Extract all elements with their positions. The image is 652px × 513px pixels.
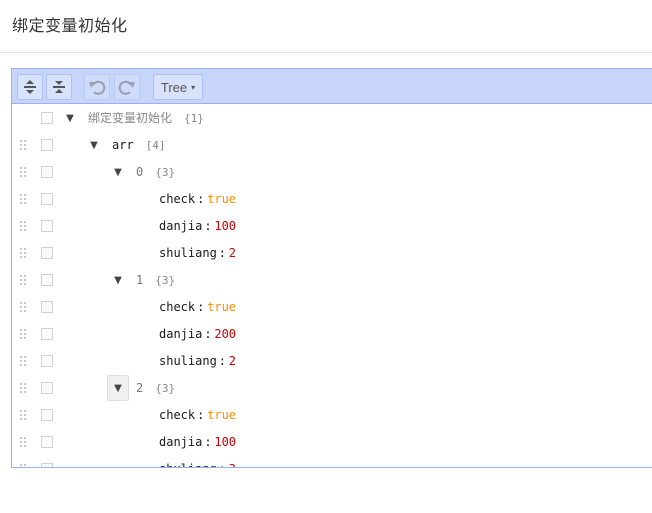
tree-row[interactable]: ▼ arr [4] [12,132,652,159]
field-name[interactable]: shuliang [159,456,217,467]
field-value[interactable]: true [207,402,236,429]
expand-all-button[interactable] [17,74,43,100]
node-name: 2 [136,381,144,395]
field-name[interactable]: danjia [159,213,202,240]
undo-button[interactable] [84,74,110,100]
context-menu-button[interactable] [41,436,53,448]
node-name: 0 [136,165,144,179]
context-menu-button[interactable] [41,355,53,367]
chevron-down-icon: ▾ [191,82,196,92]
drag-handle-icon[interactable] [19,274,27,286]
drag-handle-icon[interactable] [19,139,27,151]
redo-button[interactable] [114,74,140,100]
tree-row[interactable]: shuliang:2 [12,348,652,375]
expand-toggle-icon[interactable]: ▼ [107,267,129,294]
field-value[interactable]: 100 [214,213,236,240]
field-name[interactable]: danjia [159,429,202,456]
editor-menu: Tree ▾ [12,69,652,104]
mode-dropdown[interactable]: Tree ▾ [153,74,203,100]
field-name[interactable]: shuliang [159,240,217,267]
tree-row[interactable]: danjia:100 [12,213,652,240]
drag-handle-icon[interactable] [19,382,27,394]
context-menu-button[interactable] [41,166,53,178]
separator: : [219,456,226,467]
drag-handle-icon[interactable] [19,328,27,340]
separator: : [218,354,227,368]
field-name[interactable]: check [159,294,195,321]
field-value[interactable]: 2 [229,348,236,375]
field-value[interactable]: true [207,294,236,321]
collapse-all-button[interactable] [46,74,72,100]
context-menu-button[interactable] [41,463,53,467]
context-menu-button[interactable] [41,139,53,151]
expand-toggle-icon[interactable]: ▼ [59,105,81,132]
drag-handle-icon[interactable] [19,436,27,448]
tree-row[interactable]: danjia:200 [12,321,652,348]
context-menu-button[interactable] [41,247,53,259]
tree-row[interactable]: ▼ 绑定变量初始化 {1} [12,105,652,132]
tree-row[interactable]: ▼ 0 {3} [12,159,652,186]
tree-row[interactable]: shuliang:2 [12,240,652,267]
child-count: [4] [145,139,166,152]
tree-row[interactable]: ▼ 2 {3} [12,375,652,402]
field-name[interactable]: check [159,186,195,213]
separator: : [218,246,227,260]
page-header: 绑定变量初始化 [0,0,652,53]
context-menu-button[interactable] [41,193,53,205]
context-menu-button[interactable] [41,274,53,286]
node-name: 绑定变量初始化 [88,111,173,125]
child-count: {3} [155,274,176,287]
separator: : [204,219,212,233]
expand-all-icon [24,80,36,94]
context-menu-button[interactable] [41,301,53,313]
collapse-all-icon [53,81,65,93]
tree-row[interactable]: danjia:100 [12,429,652,456]
redo-icon [118,80,135,95]
child-count: {1} [184,112,204,125]
context-menu-button[interactable] [41,409,53,421]
tree-row[interactable]: check: true [12,294,652,321]
child-count: {3} [155,382,176,395]
undo-icon [89,80,106,95]
drag-handle-icon[interactable] [19,463,27,467]
field-value[interactable]: 2 [229,240,236,267]
field-value[interactable]: 3 [229,456,236,467]
expand-toggle-icon[interactable]: ▼ [83,132,105,159]
page-title: 绑定变量初始化 [12,16,128,35]
field-value[interactable]: 100 [214,429,236,456]
separator: : [204,327,212,341]
drag-handle-icon[interactable] [19,355,27,367]
field-name[interactable]: danjia [159,321,202,348]
mode-label: Tree [160,79,188,95]
context-menu-button[interactable] [41,328,53,340]
separator: : [197,300,205,314]
drag-handle-icon[interactable] [19,247,27,259]
tree-row[interactable]: check: true [12,186,652,213]
field-value[interactable]: true [207,186,236,213]
expand-toggle-icon[interactable]: ▼ [107,375,129,401]
node-name[interactable]: arr [112,132,134,159]
separator: : [197,192,205,206]
context-menu-button[interactable] [41,382,53,394]
separator: : [197,408,205,422]
tree-row[interactable]: check: true [12,402,652,429]
drag-handle-icon[interactable] [19,193,27,205]
drag-handle-icon[interactable] [19,301,27,313]
drag-handle-icon[interactable] [19,220,27,232]
tree-row[interactable]: shuliang:3 [12,456,652,467]
separator: : [204,435,212,449]
tree-row[interactable]: ▼ 1 {3} [12,267,652,294]
field-name[interactable]: shuliang [159,348,217,375]
drag-handle-icon[interactable] [19,409,27,421]
json-editor: Tree ▾ ▼ 绑定变量初始化 {1} ▼ arr [4] ▼ 0 {3} check: true… [11,68,652,468]
expand-toggle-icon[interactable]: ▼ [107,159,129,186]
drag-handle-icon[interactable] [19,166,27,178]
context-menu-button[interactable] [41,112,53,124]
node-name: 1 [136,273,144,287]
field-name[interactable]: check [159,402,195,429]
context-menu-button[interactable] [41,220,53,232]
field-value[interactable]: 200 [214,321,236,348]
child-count: {3} [155,166,176,179]
